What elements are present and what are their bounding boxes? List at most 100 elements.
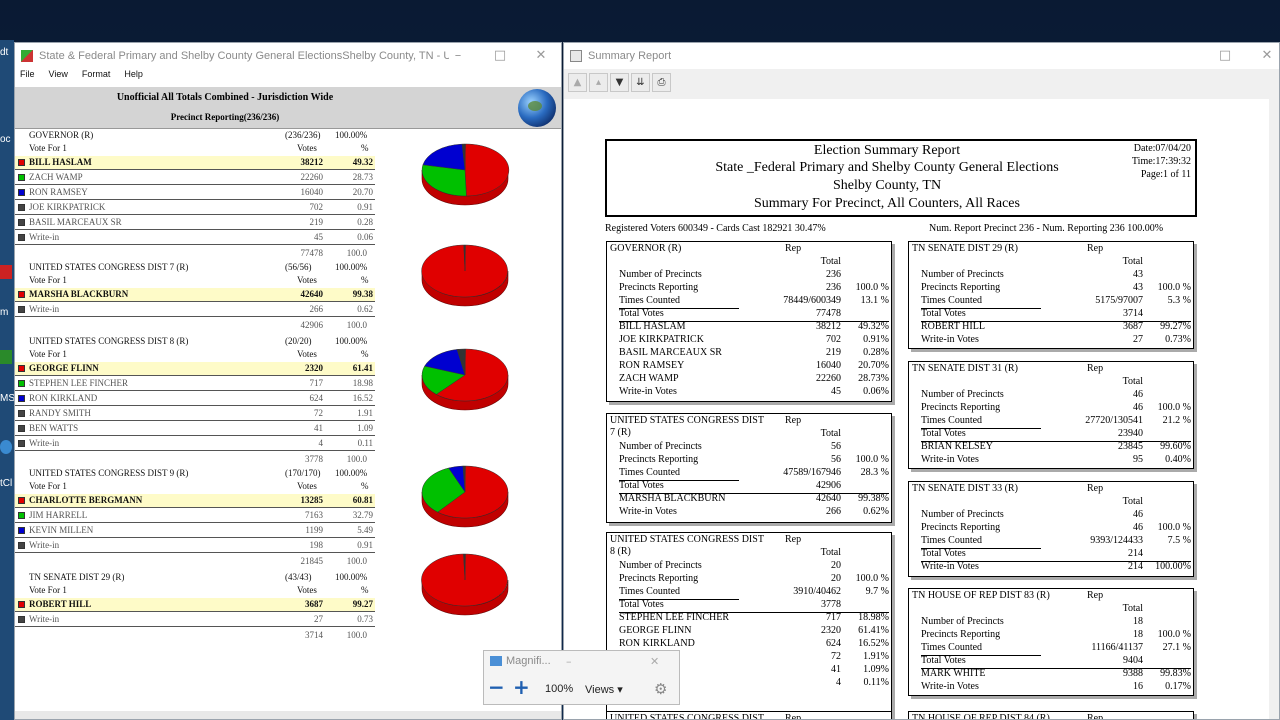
candidate-color-swatch: [18, 189, 25, 196]
summary-window-titlebar[interactable]: Summary Report □ ✕: [564, 43, 1279, 69]
race-summary-box: TN SENATE DIST 31 (R) Rep Total Number of P…: [908, 361, 1194, 469]
box-candidate-pct: 0.91%: [863, 334, 889, 345]
candidate-color-swatch: [18, 542, 25, 549]
candidate-row[interactable]: Write-in 266 0.62: [15, 303, 375, 317]
menu-file[interactable]: File: [20, 69, 35, 85]
maximize-icon[interactable]: □: [1212, 47, 1238, 65]
candidate-votes: 1199: [305, 525, 323, 535]
gear-icon[interactable]: ⚙: [654, 680, 667, 698]
votes-column-label: Votes: [297, 143, 317, 153]
globe-icon[interactable]: [518, 89, 556, 127]
candidate-color-swatch: [18, 159, 25, 166]
candidate-color-swatch: [18, 440, 25, 447]
minimize-icon[interactable]: –: [445, 47, 471, 65]
race-total-pct: 100.0: [346, 556, 367, 566]
box-stat-pct: 13.1 %: [860, 295, 889, 306]
report-subtitle: Precinct Reporting(236/236): [170, 112, 280, 122]
desktop-icon-label[interactable]: MS: [0, 393, 14, 404]
close-icon[interactable]: ✕: [1254, 47, 1279, 65]
pct-column-label: %: [361, 585, 369, 595]
candidate-row[interactable]: CHARLOTTE BERGMANN 13285 60.81: [15, 494, 375, 508]
menu-view[interactable]: View: [49, 69, 68, 85]
menu-help[interactable]: Help: [124, 69, 143, 85]
candidate-row[interactable]: RON RAMSEY 16040 20.70: [15, 186, 375, 200]
box-stat-value: 3778: [821, 599, 841, 610]
box-party: Rep: [1087, 713, 1104, 720]
vertical-scrollbar[interactable]: [1269, 99, 1279, 719]
app-icon[interactable]: [0, 350, 12, 364]
candidate-pct: 0.91: [357, 540, 373, 550]
candidate-name: MARSHA BLACKBURN: [29, 289, 129, 299]
vote-for-label: Vote For 1: [29, 481, 67, 491]
candidate-row[interactable]: RON KIRKLAND 624 16.52: [15, 392, 375, 406]
candidate-row[interactable]: MARSHA BLACKBURN 42640 99.38: [15, 288, 375, 302]
box-candidate-pct: 1.91%: [863, 651, 889, 662]
candidate-votes: 42640: [300, 289, 324, 299]
desktop-icon-label[interactable]: dt: [0, 47, 14, 58]
close-icon[interactable]: ✕: [650, 655, 659, 668]
candidate-row[interactable]: BEN WATTS 41 1.09: [15, 422, 375, 436]
candidate-row[interactable]: GEORGE FLINN 2320 61.41: [15, 362, 375, 376]
tally-window-titlebar[interactable]: State & Federal Primary and Shelby Count…: [15, 43, 561, 69]
box-stat-value: 77478: [816, 308, 841, 319]
candidate-row[interactable]: ROBERT HILL 3687 99.27: [15, 598, 375, 612]
candidate-votes: 266: [309, 304, 324, 314]
menu-format[interactable]: Format: [82, 69, 111, 85]
desktop-icon-label[interactable]: tCl: [0, 478, 14, 489]
race-total-votes: 3778: [305, 454, 323, 464]
desktop-icon-label[interactable]: oc: [0, 134, 14, 145]
candidate-pct: 60.81: [352, 495, 373, 505]
candidate-row[interactable]: STEPHEN LEE FINCHER 717 18.98: [15, 377, 375, 391]
menu-bar: File View Format Help: [15, 69, 561, 85]
candidate-votes: 624: [309, 393, 324, 403]
race-reporting: (170/170): [285, 468, 321, 478]
box-candidate-name: Write-in Votes: [619, 506, 677, 517]
box-candidate-pct: 16.52%: [858, 638, 889, 649]
next-page-icon[interactable]: ▼: [610, 73, 629, 92]
close-icon[interactable]: ✕: [528, 47, 554, 65]
box-stat-value: 78449/600349: [783, 295, 841, 306]
candidate-row[interactable]: BILL HASLAM 38212 49.32: [15, 156, 375, 170]
candidate-votes: 38212: [300, 157, 324, 167]
summary-report-window: Summary Report □ ✕ ▲ ▴ ▼ ⇊ ⎙ Election Su…: [563, 42, 1280, 720]
race-column-header: Vote For 1 Votes%: [15, 480, 375, 494]
race-reporting: (20/20): [285, 336, 312, 346]
candidate-color-swatch: [18, 527, 25, 534]
last-page-icon[interactable]: ⇊: [631, 73, 650, 92]
zoom-out-icon[interactable]: −: [488, 675, 505, 699]
candidate-color-swatch: [18, 512, 25, 519]
race-summary-box: UNITED STATES CONGRESS DIST Rep: [606, 711, 892, 719]
candidate-row[interactable]: KEVIN MILLEN 1199 5.49: [15, 524, 375, 538]
candidate-color-swatch: [18, 395, 25, 402]
candidate-row[interactable]: RANDY SMITH 72 1.91: [15, 407, 375, 421]
candidate-row[interactable]: Write-in 27 0.73: [15, 613, 375, 627]
candidate-row[interactable]: JIM HARRELL 7163 32.79: [15, 509, 375, 523]
candidate-row[interactable]: JOE KIRKPATRICK 702 0.91: [15, 201, 375, 215]
box-stat-value: 11166/41137: [1091, 642, 1143, 653]
pct-column-label: %: [361, 275, 369, 285]
candidate-row[interactable]: Write-in 4 0.11: [15, 437, 375, 451]
minimize-icon[interactable]: –: [566, 655, 572, 668]
box-candidate-pct: 100.00%: [1155, 561, 1191, 572]
banner-title: Election Summary Report: [813, 143, 961, 158]
candidate-row[interactable]: ZACH WAMP 22260 28.73: [15, 171, 375, 185]
candidate-row[interactable]: Write-in 198 0.91: [15, 539, 375, 553]
horizontal-scrollbar[interactable]: [15, 711, 561, 719]
first-page-icon[interactable]: ▲: [568, 73, 587, 92]
candidate-row[interactable]: Write-in 45 0.06: [15, 231, 375, 245]
prev-page-icon[interactable]: ▴: [589, 73, 608, 92]
desktop-icon-label[interactable]: m: [0, 307, 14, 318]
report-toolbar: ▲ ▴ ▼ ⇊ ⎙: [568, 73, 671, 95]
candidate-name: JIM HARRELL: [29, 510, 88, 520]
maximize-icon[interactable]: □: [487, 47, 513, 65]
box-stat-value: 236: [826, 282, 841, 293]
print-icon[interactable]: ⎙: [652, 73, 671, 92]
race-name: UNITED STATES CONGRESS DIST 8 (R): [29, 336, 189, 346]
candidate-row[interactable]: BASIL MARCEAUX SR 219 0.28: [15, 216, 375, 230]
views-dropdown[interactable]: Views ▾: [585, 683, 623, 696]
candidate-votes: 27: [314, 614, 323, 624]
zoom-in-icon[interactable]: +: [513, 675, 530, 699]
box-candidate-votes: 624: [826, 638, 841, 649]
app-icon[interactable]: [0, 265, 12, 279]
app-icon[interactable]: [0, 440, 12, 454]
